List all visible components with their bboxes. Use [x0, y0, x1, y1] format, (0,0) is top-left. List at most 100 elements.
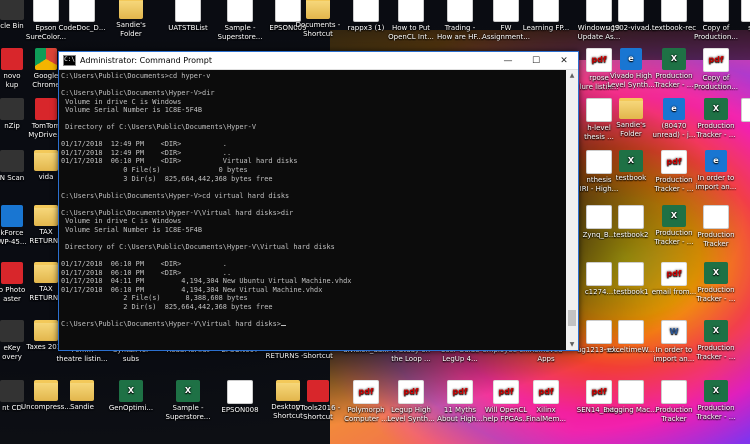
desktop-icon-image [353, 0, 379, 22]
desktop-icon-image [227, 380, 253, 404]
text-cursor [280, 324, 286, 326]
desktop-icon-image [618, 205, 644, 229]
desktop-icon-image [35, 48, 57, 70]
desktop-icon-label: How to Put OpenCL Int... [388, 24, 434, 41]
desktop-icon-image [493, 0, 519, 22]
desktop-icon[interactable]: pdf Legup High Level Synth... [385, 380, 437, 423]
desktop-icon-image: X [662, 48, 686, 70]
desktop-icon-image [70, 380, 94, 401]
desktop-icon-label: UATSTBList [168, 24, 208, 32]
desktop-icon[interactable]: pdf 11 Myths About High... [434, 380, 486, 423]
desktop-icon-image [306, 0, 330, 19]
desktop-icon-image [34, 262, 58, 283]
desktop-icon-label: VTools2016 - Shortcut [295, 404, 341, 421]
desktop-icon-image [34, 150, 58, 171]
title-bar[interactable]: C:\ Administrator: Command Prompt — ☐ ✕ [59, 52, 578, 70]
desktop-icon[interactable]: X Production Tracker - ... [690, 262, 742, 303]
desktop-icon[interactable]: pdf Copy of Production... [690, 48, 742, 91]
desktop-icon-image [661, 380, 687, 404]
desktop-icon-label: Production Tracker - ... [696, 286, 736, 303]
desktop-icon-image [34, 205, 58, 226]
desktop-icon[interactable]: Trading - How are HF... [434, 0, 486, 41]
desktop-icon[interactable]: How to Put OpenCL Int... [385, 0, 437, 41]
command-prompt-window[interactable]: C:\ Administrator: Command Prompt — ☐ ✕ … [58, 51, 579, 351]
desktop-icon[interactable]: Learning FP... [520, 0, 572, 33]
desktop-icon-image: pdf [703, 48, 729, 72]
maximize-button[interactable]: ☐ [522, 52, 550, 69]
desktop-icon-image [618, 380, 644, 404]
desktop-icon-label: Sample - Superstore... [217, 24, 263, 41]
desktop-icon[interactable]: X Sample - Superstore... [162, 380, 214, 421]
desktop-icon[interactable]: pdf Xilinx FinalMem... [520, 380, 572, 423]
desktop-icon-label: In order to import an... [695, 174, 737, 191]
desktop-icon[interactable]: Tr [728, 98, 750, 133]
console-output[interactable]: C:\Users\Public\Documents>cd hyper-v C:\… [59, 70, 566, 350]
desktop-icon-image [661, 0, 687, 22]
desktop-icon[interactable]: CodeDoc_D... [56, 0, 108, 33]
desktop-icon-image: X [176, 380, 200, 402]
desktop-icon[interactable]: Sandie's Folder [105, 0, 157, 38]
console-text: C:\Users\Public\Documents>cd hyper-v C:\… [61, 72, 352, 328]
desktop-icon-image [619, 98, 643, 119]
desktop-icon-label: GenOptimi... [108, 404, 154, 412]
desktop-icon-image: pdf [533, 380, 559, 404]
desktop-icon-label: Sandie [70, 403, 94, 411]
desktop-icon-image [618, 262, 644, 286]
desktop-icon-image [69, 0, 95, 22]
window-title: Administrator: Command Prompt [80, 56, 212, 65]
desktop-icon[interactable]: Documents - Shortcut [292, 0, 344, 38]
desktop-icon-label: EPSON008 [221, 406, 259, 414]
desktop-icon[interactable]: X Production Tracker - ... [690, 380, 742, 421]
desktop-icon-image: e [705, 150, 727, 172]
desktop-icon-image [175, 0, 201, 22]
desktop-icon[interactable]: Sample - Superstore... [214, 0, 266, 41]
desktop-icon-image [618, 320, 644, 344]
desktop-icon-label: Learning FP... [522, 24, 570, 32]
desktop-icon[interactable]: UATSTBList [162, 0, 214, 33]
desktop-icon-image [741, 98, 750, 122]
desktop-icon-image [34, 320, 58, 341]
desktop-icon-image [533, 0, 559, 22]
desktop-icon-image [447, 0, 473, 22]
desktop-icon-image [34, 380, 58, 401]
desktop-icon-label: Copy of Production... [694, 74, 738, 91]
desktop-icon-image: X [704, 262, 728, 284]
desktop-icon-image: X [662, 205, 686, 227]
desktop-icon-image [618, 0, 644, 22]
minimize-button[interactable]: — [494, 52, 522, 69]
desktop-icon-image: X [704, 320, 728, 342]
scroll-up-arrow[interactable]: ▲ [566, 70, 578, 81]
desktop-icon-image: pdf [661, 262, 687, 286]
desktop-icon[interactable]: X Production Tracker - ... [690, 320, 742, 361]
desktop-icon-label: Production Tracker - ... [696, 404, 736, 421]
desktop-icon-label: Xilinx FinalMem... [526, 406, 566, 423]
vertical-scrollbar[interactable]: ▲ ▼ [566, 70, 578, 350]
desktop-icon[interactable]: VTools2016 - Shortcut [292, 380, 344, 421]
desktop-icon-image: pdf [398, 380, 424, 404]
desktop-icon-image: W [661, 320, 687, 344]
scroll-thumb[interactable] [568, 310, 576, 326]
desktop-icon[interactable]: Production Tracker [690, 205, 742, 248]
close-button[interactable]: ✕ [550, 52, 578, 69]
desktop-icon-image: X [619, 150, 643, 172]
cmd-app-icon: C:\ [63, 55, 76, 66]
desktop-icon-label: Tr [728, 124, 750, 133]
desktop-icon-image [703, 205, 729, 229]
desktop-icon-image: pdf [353, 380, 379, 404]
desktop-icon[interactable]: ska [728, 0, 750, 33]
desktop-icon[interactable]: X GenOptimi... [105, 380, 157, 413]
desktop-icon[interactable]: e In order to import an... [690, 150, 742, 191]
scroll-down-arrow[interactable]: ▼ [566, 339, 578, 350]
desktop-icon-image: e [663, 98, 685, 120]
desktop-icon-label: Sample - Superstore... [165, 404, 211, 421]
desktop-icon-image: pdf [661, 150, 687, 174]
desktop-icon[interactable]: Sandie [56, 380, 108, 412]
desktop-icon-label: Legup High Level Synth... [387, 406, 435, 423]
desktop-icon-image [307, 380, 329, 402]
desktop-icon-image: pdf [447, 380, 473, 404]
desktop-icon-image: X [704, 380, 728, 402]
desktop-icon[interactable]: EPSON008 [214, 380, 266, 415]
desktop-icon-label: Trading - How are HF... [437, 24, 483, 41]
desktop-icon-image: e [620, 48, 642, 70]
desktop-icon-image [398, 0, 424, 22]
